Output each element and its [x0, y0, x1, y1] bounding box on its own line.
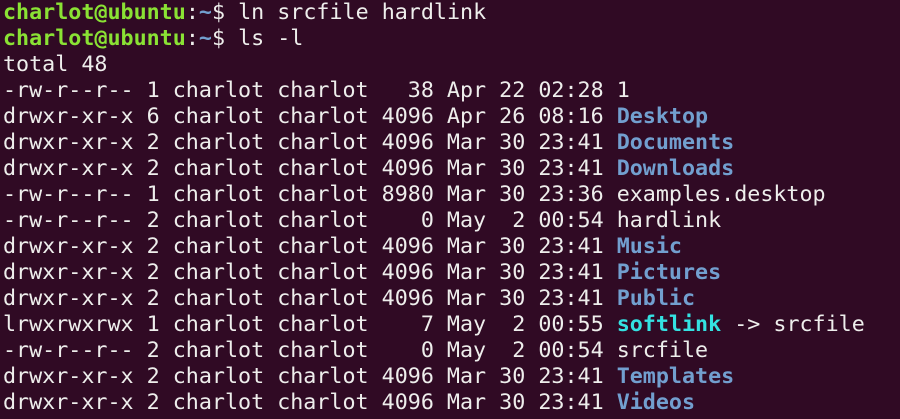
- listing-row: drwxr-xr-x 2 charlot charlot 4096 Mar 30…: [3, 234, 900, 260]
- file-meta: drwxr-xr-x 2 charlot charlot 4096 Mar 30…: [3, 286, 617, 311]
- listing-row: -rw-r--r-- 2 charlot charlot 0 May 2 00:…: [3, 208, 900, 234]
- file-name: Templates: [616, 364, 735, 389]
- listing-row: drwxr-xr-x 2 charlot charlot 4096 Mar 30…: [3, 286, 900, 312]
- command-line: charlot@ubuntu:~$ ln srcfile hardlink: [3, 0, 900, 26]
- listing-row: -rw-r--r-- 2 charlot charlot 0 May 2 00:…: [3, 338, 900, 364]
- file-name: Music: [616, 234, 682, 259]
- file-meta: drwxr-xr-x 2 charlot charlot 4096 Mar 30…: [3, 390, 617, 415]
- file-name: Videos: [616, 390, 696, 415]
- file-name: softlink: [616, 312, 722, 337]
- listing-row: lrwxrwxrwx 1 charlot charlot 7 May 2 00:…: [3, 312, 900, 338]
- file-name: Pictures: [616, 260, 722, 285]
- file-name: Public: [616, 286, 696, 311]
- command-text: ls -l: [238, 26, 304, 51]
- prompt-user-host: charlot@ubuntu: [3, 26, 186, 51]
- listing-row: drwxr-xr-x 6 charlot charlot 4096 Apr 26…: [3, 104, 900, 130]
- file-meta: drwxr-xr-x 6 charlot charlot 4096 Apr 26…: [3, 104, 617, 129]
- listing-row: -rw-r--r-- 1 charlot charlot 38 Apr 22 0…: [3, 78, 900, 104]
- file-meta: drwxr-xr-x 2 charlot charlot 4096 Mar 30…: [3, 234, 617, 259]
- file-name: srcfile: [616, 338, 709, 363]
- listing-row: drwxr-xr-x 2 charlot charlot 4096 Mar 30…: [3, 130, 900, 156]
- file-name: 1: [616, 78, 630, 103]
- file-name: hardlink: [616, 208, 722, 233]
- file-meta: -rw-r--r-- 2 charlot charlot 0 May 2 00:…: [3, 338, 617, 363]
- prompt-user-host: charlot@ubuntu: [3, 0, 186, 25]
- total-line: total 48: [3, 52, 108, 77]
- file-meta: -rw-r--r-- 2 charlot charlot 0 May 2 00:…: [3, 208, 617, 233]
- file-name: Desktop: [616, 104, 709, 129]
- file-name: examples.desktop: [616, 182, 826, 207]
- listing-row: drwxr-xr-x 2 charlot charlot 4096 Mar 30…: [3, 364, 900, 390]
- prompt-symbol: $: [211, 0, 239, 25]
- listing-row: drwxr-xr-x 2 charlot charlot 4096 Mar 30…: [3, 390, 900, 416]
- listing-row: drwxr-xr-x 2 charlot charlot 4096 Mar 30…: [3, 156, 900, 182]
- command-line: charlot@ubuntu:~$ ls -l: [3, 26, 900, 52]
- prompt-separator: :: [185, 26, 199, 51]
- listing-row: -rw-r--r-- 1 charlot charlot 8980 Mar 30…: [3, 182, 900, 208]
- file-name: Downloads: [616, 156, 735, 181]
- file-meta: drwxr-xr-x 2 charlot charlot 4096 Mar 30…: [3, 130, 617, 155]
- file-name: Documents: [616, 130, 735, 155]
- prompt-symbol: $: [211, 26, 239, 51]
- listing-row: drwxr-xr-x 2 charlot charlot 4096 Mar 30…: [3, 260, 900, 286]
- file-meta: drwxr-xr-x 2 charlot charlot 4096 Mar 30…: [3, 156, 617, 181]
- prompt-separator: :: [185, 0, 199, 25]
- file-meta: -rw-r--r-- 1 charlot charlot 38 Apr 22 0…: [3, 78, 617, 103]
- file-meta: drwxr-xr-x 2 charlot charlot 4096 Mar 30…: [3, 364, 617, 389]
- file-meta: -rw-r--r-- 1 charlot charlot 8980 Mar 30…: [3, 182, 617, 207]
- command-text: ln srcfile hardlink: [238, 0, 487, 25]
- prompt-path: ~: [198, 26, 212, 51]
- link-target: -> srcfile: [721, 312, 865, 337]
- prompt-path: ~: [198, 0, 212, 25]
- file-meta: lrwxrwxrwx 1 charlot charlot 7 May 2 00:…: [3, 312, 617, 337]
- terminal-window[interactable]: charlot@ubuntu:~$ ln srcfile hardlink ch…: [0, 0, 900, 416]
- file-meta: drwxr-xr-x 2 charlot charlot 4096 Mar 30…: [3, 260, 617, 285]
- ls-listing: -rw-r--r-- 1 charlot charlot 38 Apr 22 0…: [3, 78, 900, 416]
